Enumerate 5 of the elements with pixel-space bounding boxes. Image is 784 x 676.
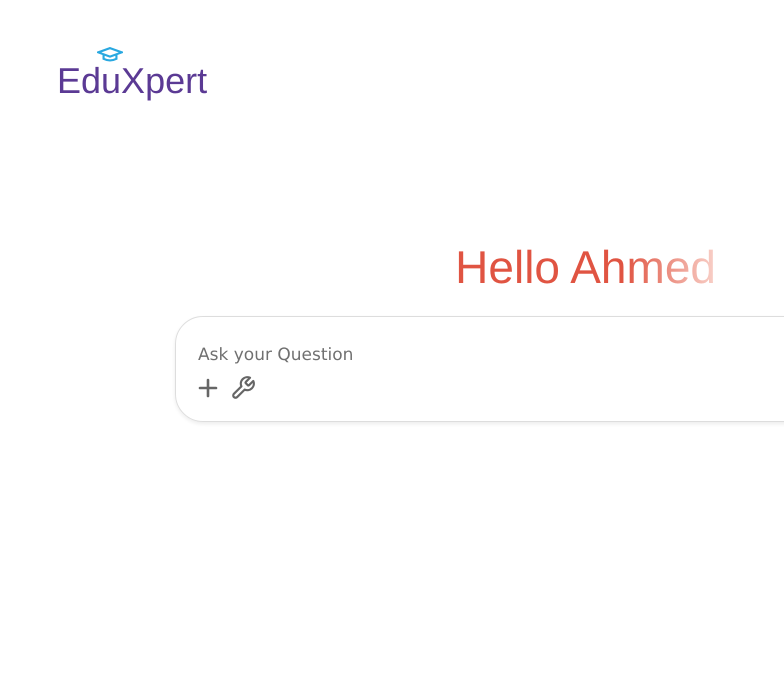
graduation-cap-icon	[97, 47, 123, 62]
add-icon[interactable]	[198, 378, 218, 398]
wrench-icon[interactable]	[230, 375, 256, 401]
question-box[interactable]: Ask your Question	[175, 316, 784, 422]
logo-text: EduXpert	[57, 60, 208, 102]
